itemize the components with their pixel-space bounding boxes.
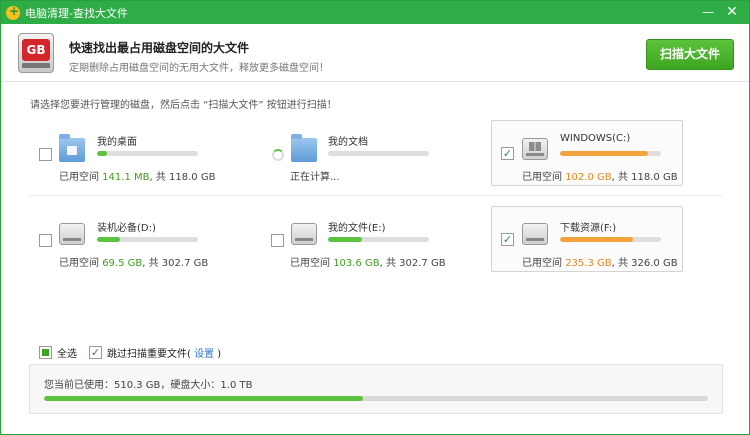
drive-checkbox[interactable] xyxy=(271,234,284,247)
drive-name: 我的文件(E:) xyxy=(328,223,386,234)
app-logo-icon xyxy=(6,4,20,20)
settings-link[interactable]: 设置 xyxy=(194,349,214,360)
drive-usage-bar xyxy=(560,237,661,242)
hard-drive-icon xyxy=(59,223,85,245)
header-subtitle: 定期删除占用磁盘空间的无用大文件，释放更多磁盘空间！ xyxy=(69,63,329,74)
disk-summary-panel: 您当前已使用：510.3 GB，硬盘大小：1.0 TB xyxy=(29,364,723,414)
desktop-folder-icon xyxy=(59,134,85,162)
drive-usage-bar xyxy=(97,237,198,242)
drive-item-c[interactable]: ✓ WINDOWS(C:) 已用空间 102.0 GB, 共 118.0 GB xyxy=(491,120,683,186)
drive-usage-text: 已用空间 235.3 GB, 共 326.0 GB xyxy=(522,258,678,269)
window-title: 电脑清理-查找大文件 xyxy=(25,6,128,20)
close-button[interactable]: ✕ xyxy=(723,3,741,21)
footer-options: 全选 ✓ 跳过扫描重要文件( 设置 ) xyxy=(39,344,221,360)
loading-spinner-icon xyxy=(272,149,284,161)
documents-folder-icon xyxy=(291,134,317,162)
drive-usage-bar xyxy=(328,237,429,242)
drive-name: 装机必备(D:) xyxy=(97,223,156,234)
drive-usage-text: 已用空间 69.5 GB, 共 302.7 GB xyxy=(59,258,209,269)
app-window: 电脑清理-查找大文件 — ✕ GB 快速找出最占用磁盘空间的大文件 定期删除占用… xyxy=(0,0,750,435)
title-bar[interactable]: 电脑清理-查找大文件 — ✕ xyxy=(1,1,749,24)
drive-name: 我的文档 xyxy=(328,137,368,148)
drive-checkbox[interactable] xyxy=(39,234,52,247)
drive-item-desktop[interactable]: 我的桌面 已用空间 141.1 MB, 共 118.0 GB xyxy=(31,123,223,189)
select-all-label[interactable]: 全选 xyxy=(57,345,77,360)
drive-usage-bar xyxy=(328,151,429,156)
drive-item-documents[interactable]: 我的文档 正在计算... xyxy=(261,123,453,189)
drive-usage-text: 已用空间 141.1 MB, 共 118.0 GB xyxy=(59,172,216,183)
windows-drive-icon xyxy=(522,138,548,160)
minimize-button[interactable]: — xyxy=(699,3,717,21)
skip-important-label[interactable]: 跳过扫描重要文件( 设置 ) xyxy=(107,345,221,360)
scan-big-files-button[interactable]: 扫描大文件 xyxy=(646,39,734,70)
drive-name: WINDOWS(C:) xyxy=(560,133,631,144)
drive-usage-text: 已用空间 102.0 GB, 共 118.0 GB xyxy=(522,172,678,183)
drive-checkbox[interactable]: ✓ xyxy=(501,233,514,246)
instruction-text: 请选择您要进行管理的磁盘，然后点击 “扫描大文件” 按钮进行扫描！ xyxy=(30,100,337,111)
drive-usage-fill xyxy=(97,151,108,156)
drive-usage-bar xyxy=(97,151,198,156)
disk-summary-text: 您当前已使用：510.3 GB，硬盘大小：1.0 TB xyxy=(44,380,253,391)
section-divider xyxy=(30,195,722,196)
header-panel: GB 快速找出最占用磁盘空间的大文件 定期删除占用磁盘空间的无用大文件，释放更多… xyxy=(1,24,749,82)
header-title: 快速找出最占用磁盘空间的大文件 xyxy=(69,41,250,55)
gb-icon-label: GB xyxy=(22,39,50,61)
drive-usage-text: 已用空间 103.6 GB, 共 302.7 GB xyxy=(290,258,446,269)
total-usage-fill xyxy=(44,396,363,401)
big-file-gb-icon: GB xyxy=(18,33,54,73)
hard-drive-icon xyxy=(522,223,548,245)
drive-name: 下载资源(F:) xyxy=(560,223,617,234)
drive-usage-bar xyxy=(560,151,661,156)
select-all-checkbox[interactable] xyxy=(39,345,52,359)
hard-drive-icon xyxy=(291,223,317,245)
drive-item-f[interactable]: ✓ 下载资源(F:) 已用空间 235.3 GB, 共 326.0 GB xyxy=(491,206,683,272)
drive-item-e[interactable]: 我的文件(E:) 已用空间 103.6 GB, 共 302.7 GB xyxy=(261,209,453,275)
skip-important-checkbox[interactable]: ✓ xyxy=(89,345,102,359)
drive-checkbox[interactable] xyxy=(39,148,52,161)
drive-item-d[interactable]: 装机必备(D:) 已用空间 69.5 GB, 共 302.7 GB xyxy=(31,209,223,275)
drive-name: 我的桌面 xyxy=(97,137,137,148)
drive-checkbox[interactable]: ✓ xyxy=(501,147,514,160)
drive-status-text: 正在计算... xyxy=(290,172,340,183)
total-usage-bar xyxy=(44,396,708,401)
